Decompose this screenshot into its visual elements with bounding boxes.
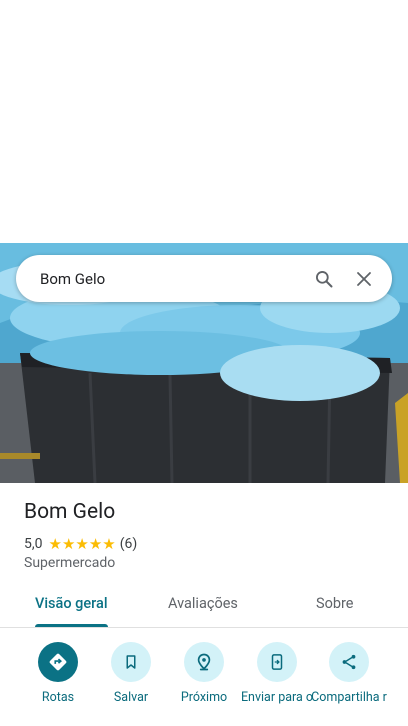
share-icon: [329, 642, 369, 682]
place-tabs: Visão geral Avaliações Sobre: [0, 585, 408, 628]
tab-overview[interactable]: Visão geral: [35, 595, 108, 612]
map-blank-area: [0, 0, 408, 243]
tab-reviews[interactable]: Avaliações: [168, 595, 238, 612]
send-to-phone-label: Enviar para o: [240, 690, 314, 705]
rating-value: 5,0: [24, 536, 43, 552]
rating-stars: ★★★★★: [48, 535, 116, 553]
nearby-icon: [184, 642, 224, 682]
save-label: Salvar: [113, 690, 149, 705]
search-bar[interactable]: Bom Gelo: [16, 255, 392, 302]
share-button[interactable]: Compartilha r: [309, 640, 389, 705]
place-title: Bom Gelo: [24, 500, 116, 524]
action-bar: Rotas Salvar Próximo Enviar para o Compa…: [0, 640, 408, 726]
nearby-label: Próximo: [180, 690, 228, 705]
search-icon[interactable]: [312, 267, 336, 291]
nearby-button[interactable]: Próximo: [164, 640, 244, 705]
directions-button[interactable]: Rotas: [18, 640, 98, 705]
place-category[interactable]: Supermercado: [24, 555, 115, 571]
tab-about[interactable]: Sobre: [316, 595, 354, 612]
search-query[interactable]: Bom Gelo: [40, 270, 312, 288]
close-icon[interactable]: [352, 267, 376, 291]
send-to-phone-button[interactable]: Enviar para o: [237, 640, 317, 705]
share-label: Compartilha r: [311, 690, 387, 705]
directions-icon: [38, 642, 78, 682]
send-to-phone-icon: [257, 642, 297, 682]
review-count[interactable]: (6): [120, 536, 138, 552]
directions-label: Rotas: [41, 690, 75, 705]
bookmark-icon: [111, 642, 151, 682]
save-button[interactable]: Salvar: [91, 640, 171, 705]
tab-indicator: [35, 624, 108, 627]
rating-row[interactable]: 5,0 ★★★★★ (6): [24, 535, 137, 553]
